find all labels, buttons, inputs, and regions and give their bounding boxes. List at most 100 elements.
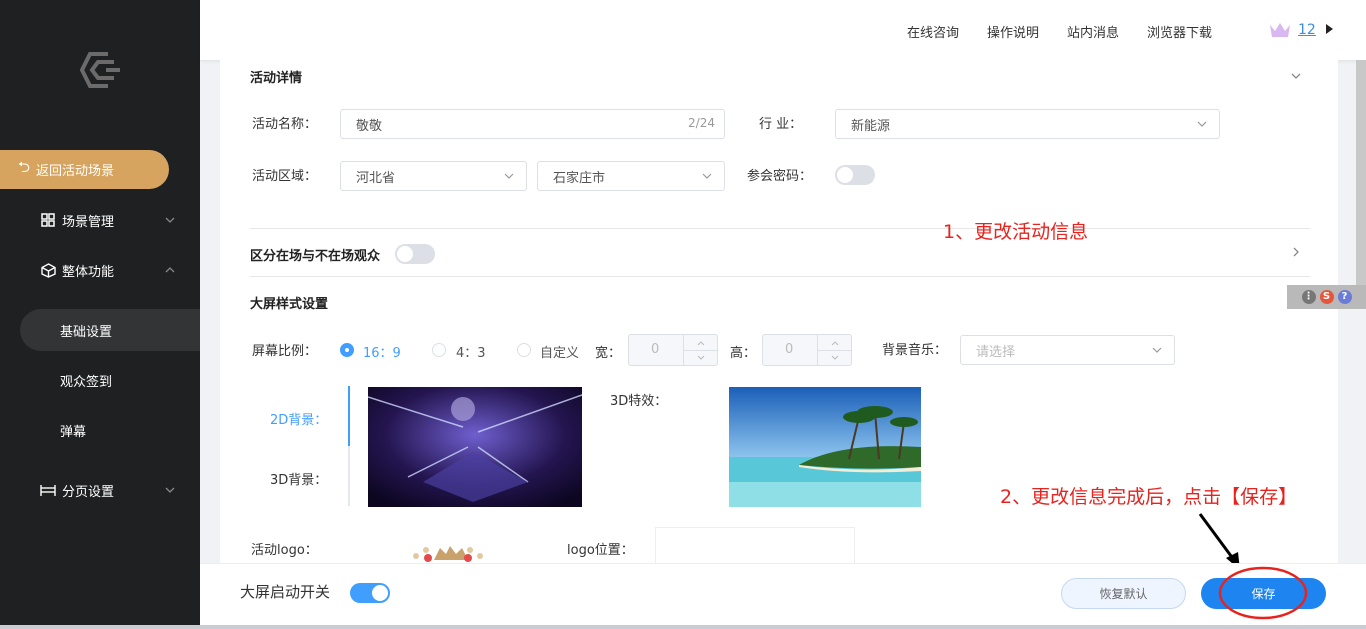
activity-name-value: 敬敬	[356, 118, 383, 134]
ime-menu-icon[interactable]: ⋮	[1301, 290, 1316, 304]
sidebar-subitem-label: 观众签到	[60, 374, 113, 390]
chevron-down-icon	[504, 173, 514, 179]
top-header: 在线咨询 操作说明 站内消息 浏览器下载 12	[200, 0, 1366, 60]
stepper-up-icon[interactable]	[818, 335, 851, 350]
screen-start-toggle[interactable]	[350, 583, 390, 603]
music-select[interactable]: 请选择	[960, 335, 1175, 365]
bed-icon	[40, 482, 56, 498]
city-value: 石家庄市	[553, 170, 606, 186]
char-counter: 2/24	[688, 116, 715, 130]
password-toggle[interactable]	[835, 165, 875, 185]
section-title-details: 活动详情	[250, 71, 303, 86]
sidebar-subitem-label: 弹幕	[60, 424, 87, 440]
name-label: 活动名称：	[252, 117, 318, 132]
ratio-option-label[interactable]: 16：9	[363, 342, 401, 361]
sidebar-subitem-label: 基础设置	[60, 324, 113, 340]
music-label: 背景音乐：	[882, 343, 948, 358]
password-label: 参会密码：	[747, 169, 813, 184]
industry-select[interactable]: 新能源	[835, 109, 1220, 139]
chevron-down-icon	[165, 217, 175, 223]
effect-3d-image[interactable]	[729, 387, 921, 507]
city-select[interactable]: 石家庄市	[537, 161, 725, 191]
annotation-circle-icon	[1218, 566, 1308, 620]
sogou-s-icon[interactable]: S	[1319, 290, 1334, 304]
chevron-right-icon[interactable]	[1290, 246, 1302, 258]
music-placeholder: 请选择	[976, 344, 1016, 360]
link-browser-download[interactable]: 浏览器下载	[1147, 22, 1212, 41]
width-value: 0	[651, 342, 660, 357]
return-arrow-icon: ⮌	[18, 158, 31, 176]
link-instructions[interactable]: 操作说明	[987, 22, 1039, 41]
link-online-consult[interactable]: 在线咨询	[907, 22, 959, 41]
link-site-messages[interactable]: 站内消息	[1067, 22, 1119, 41]
effect-label: 3D特效：	[610, 394, 668, 409]
section-title-screen: 大屏样式设置	[250, 297, 329, 312]
province-value: 河北省	[356, 170, 396, 186]
ratio-4-3-radio[interactable]	[432, 343, 446, 357]
ratio-16-9-radio[interactable]	[340, 343, 354, 357]
province-select[interactable]: 河北省	[340, 161, 527, 191]
bg-tabs-active-indicator	[348, 386, 350, 446]
sidebar-item-overall-functions[interactable]: 整体功能	[0, 250, 200, 290]
logo-position-box[interactable]	[655, 527, 855, 563]
height-stepper[interactable]: 0	[762, 334, 852, 366]
tab-3d-background[interactable]: 3D背景：	[270, 469, 327, 488]
stepper-down-icon[interactable]	[684, 350, 717, 365]
chevron-down-icon[interactable]	[1290, 70, 1302, 82]
industry-label: 行 业：	[759, 117, 803, 132]
sidebar-item-paging-settings[interactable]: 分页设置	[0, 470, 200, 510]
back-to-scenes-button[interactable]: ⮌ 返回活动场景	[0, 150, 169, 189]
stepper-up-icon[interactable]	[684, 335, 717, 350]
tab-2d-background[interactable]: 2D背景：	[270, 409, 327, 428]
cube-icon	[40, 262, 56, 278]
region-label: 活动区域：	[252, 169, 318, 184]
ratio-option-label[interactable]: 自定义	[540, 342, 579, 361]
user-level-link[interactable]: 12	[1298, 22, 1316, 38]
crown-icon	[1270, 23, 1290, 37]
logo-preview[interactable]	[398, 530, 498, 563]
ratio-custom-radio[interactable]	[517, 343, 531, 357]
width-stepper[interactable]: 0	[628, 334, 718, 366]
chevron-down-icon	[1152, 347, 1162, 353]
back-to-scenes-label: 返回活动场景	[36, 164, 115, 179]
stepper-down-icon[interactable]	[818, 350, 851, 365]
chevron-up-icon	[165, 267, 175, 273]
sidebar-item-label: 分页设置	[62, 484, 115, 500]
background-2d-image[interactable]	[368, 387, 582, 507]
annotation-step1: 1、更改活动信息	[943, 221, 1089, 243]
sidebar-subitem-audience-checkin[interactable]: 观众签到	[20, 359, 200, 401]
divider	[250, 276, 1310, 277]
sidebar: ⮌ 返回活动场景 场景管理 整体功能 基础设置 观众签到 弹幕 分页设置	[0, 0, 200, 629]
help-icon[interactable]: ?	[1337, 290, 1352, 304]
stepper-buttons[interactable]	[683, 335, 717, 365]
sidebar-subitem-basic-settings[interactable]: 基础设置	[20, 309, 200, 351]
sidebar-item-scene-management[interactable]: 场景管理	[0, 200, 200, 240]
bottom-action-bar: 大屏启动开关	[200, 563, 1366, 625]
sidebar-subitem-danmaku[interactable]: 弹幕	[20, 409, 200, 451]
reset-default-button[interactable]: 恢复默认	[1061, 578, 1186, 609]
sidebar-item-label: 整体功能	[62, 264, 115, 280]
height-value: 0	[785, 342, 794, 357]
ratio-label: 屏幕比例：	[252, 344, 318, 359]
audience-section-title: 区分在场与不在场观众	[250, 249, 381, 264]
divider	[250, 228, 1310, 229]
logo-position-label: logo位置：	[567, 543, 634, 558]
chevron-down-icon	[702, 173, 712, 179]
audience-toggle[interactable]	[395, 244, 435, 264]
taskbar-strip	[0, 625, 1366, 629]
caret-right-icon[interactable]	[1326, 24, 1333, 34]
chevron-down-icon	[165, 487, 175, 493]
height-label: 高：	[730, 346, 757, 361]
vertical-scrollbar[interactable]	[1356, 60, 1366, 285]
industry-value: 新能源	[851, 118, 891, 134]
screen-switch-label: 大屏启动开关	[240, 583, 331, 601]
width-label: 宽：	[595, 346, 622, 361]
chevron-down-icon	[1197, 121, 1207, 127]
stepper-buttons[interactable]	[817, 335, 851, 365]
activity-name-input[interactable]: 敬敬 2/24	[340, 109, 725, 139]
annotation-step2: 2、更改信息完成后，点击【保存】	[1000, 486, 1298, 508]
ime-toolbar[interactable]: ⋮ S ?	[1287, 285, 1366, 309]
grid-icon	[40, 212, 56, 228]
ratio-option-label[interactable]: 4：3	[456, 342, 486, 361]
logo-label: 活动logo：	[251, 543, 318, 558]
